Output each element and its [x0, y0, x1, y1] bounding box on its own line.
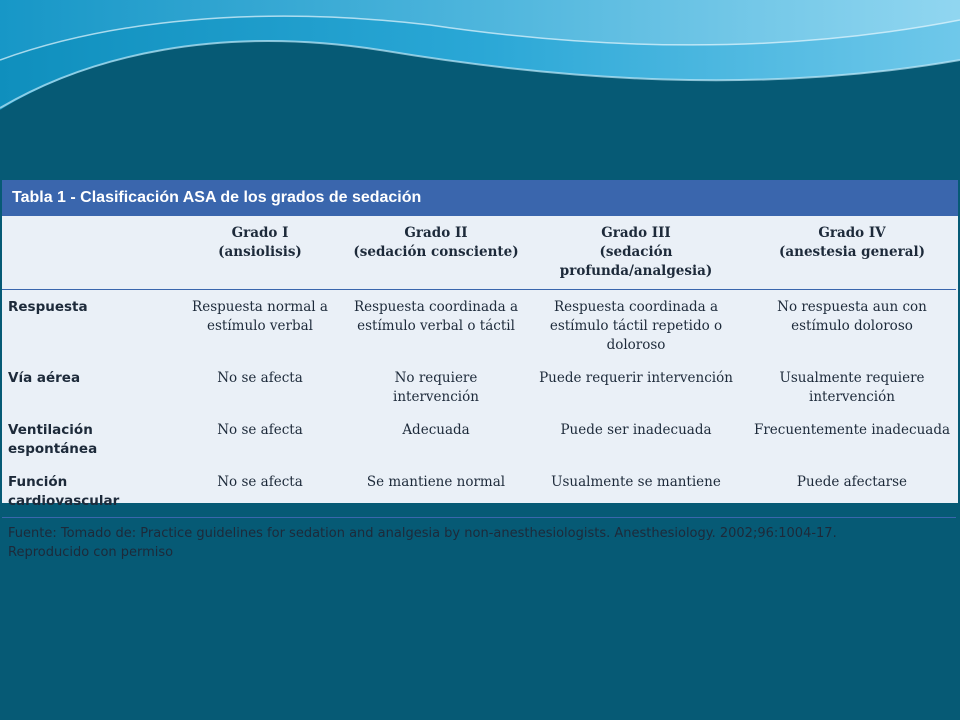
table-cell: No se afecta [217, 370, 303, 386]
table-row: Función cardiovascular No se afecta Se m… [2, 465, 956, 518]
table-row: Vía aérea No se afecta No requiere inter… [2, 361, 956, 413]
row-label: Respuesta [8, 299, 88, 315]
row-label: Función cardiovascular [8, 474, 120, 509]
sedation-grades-table-card: Tabla 1 - Clasificación ASA de los grado… [2, 180, 958, 560]
table-cell: Puede requerir intervención [539, 370, 733, 386]
table-header-row: Grado I (ansiolisis) Grado II (sedación co… [2, 216, 956, 290]
table-cell: Se mantiene normal [366, 474, 506, 490]
table-cell: Frecuentemente inadecuada [753, 422, 951, 438]
column-header: Grado II (sedación consciente) [353, 225, 519, 260]
header-empty-cell [2, 216, 172, 290]
sedation-grades-table: Grado I (ansiolisis) Grado II (sedación co… [2, 216, 956, 518]
column-header: Grado III (sedación profunda/analgesia) [559, 225, 713, 279]
table-cell: No respuesta aun con estímulo doloroso [777, 299, 927, 334]
table-cell: No se afecta [217, 422, 303, 438]
table-cell: Usualmente se mantiene [551, 474, 721, 490]
table-cell: Puede afectarse [796, 474, 908, 490]
table-cell: Respuesta coordinada a estímulo táctil r… [549, 299, 723, 353]
column-header: Grado I (ansiolisis) [218, 225, 302, 260]
table-cell: Puede ser inadecuada [560, 422, 712, 438]
footnote-permission: Reproducido con permiso [8, 545, 174, 560]
table-footnote: Fuente: Tomado de: Practice guidelines f… [2, 518, 958, 562]
table-title: Tabla 1 - Clasificación ASA de los grado… [2, 180, 958, 216]
table-cell: Respuesta normal a estímulo verbal [192, 299, 328, 334]
footnote-source: Fuente: Tomado de: Practice guidelines f… [8, 526, 837, 541]
row-label: Ventilación espontánea [8, 422, 98, 457]
table-row: Ventilación espontánea No se afecta Adec… [2, 413, 956, 465]
table-cell: No requiere intervención [393, 370, 479, 405]
table-row: Respuesta Respuesta normal a estímulo ve… [2, 290, 956, 362]
table-cell: No se afecta [217, 474, 303, 490]
table-cell: Adecuada [402, 422, 470, 438]
column-header: Grado IV (anestesia general) [779, 225, 925, 260]
decorative-wave-banner [0, 0, 960, 110]
table-cell: Respuesta coordinada a estímulo verbal o… [353, 299, 519, 334]
table-cell: Usualmente requiere intervención [779, 370, 925, 405]
row-label: Vía aérea [8, 370, 81, 386]
